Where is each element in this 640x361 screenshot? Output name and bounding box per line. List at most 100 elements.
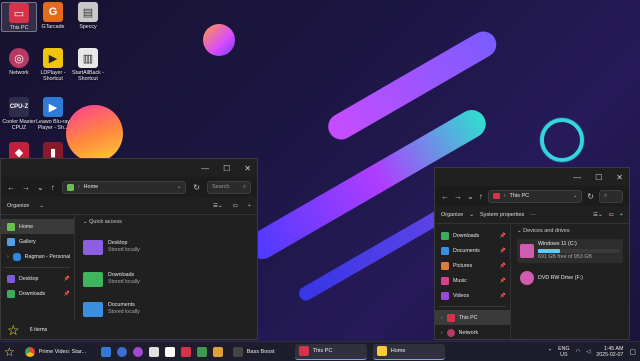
desktop-icon-this-pc[interactable]: ▭ This PC	[1, 2, 37, 32]
monitor-icon: ▭	[9, 3, 29, 23]
wallpaper-circle-orange	[66, 105, 123, 162]
drive-icon	[520, 244, 534, 258]
downloads-folder-icon	[7, 289, 15, 298]
maximize-button[interactable]: ☐	[595, 173, 602, 182]
star-icon: ☆	[7, 322, 20, 338]
drive-item-c[interactable]: Windows 11 (C:) 691 GB free of 953 GB	[517, 239, 623, 263]
sidebar-item-videos[interactable]: Videos 📌	[435, 288, 510, 303]
desktop-icon-startallback[interactable]: ▥ StartAllBack - Shortcut	[70, 48, 106, 82]
taskbar-app-prime-video[interactable]: Prime Video: Star...	[21, 344, 95, 360]
cpuz-icon: CPU-Z	[9, 97, 29, 117]
network-icon: ◎	[9, 48, 29, 68]
sidebar-item-network[interactable]: › Network	[435, 325, 510, 340]
command-bar: Organize ⌄ System properties ··· ☰⌄ ▭ +	[435, 206, 629, 224]
organize-button[interactable]: Organize	[7, 203, 29, 209]
desktop-icon-speccy[interactable]: ▤ Speccy	[70, 2, 106, 30]
app-icon[interactable]	[148, 346, 159, 357]
forward-button[interactable]: →	[454, 192, 462, 201]
recent-locations-button[interactable]: ⌄	[467, 192, 474, 201]
forward-button[interactable]: →	[22, 183, 30, 192]
sidebar-item-this-pc[interactable]: › This PC	[435, 310, 510, 325]
organize-button[interactable]: Organize	[441, 212, 463, 218]
outlook-icon[interactable]	[100, 346, 111, 357]
gtarcade-icon: G	[43, 2, 63, 22]
app-icon[interactable]	[132, 346, 143, 357]
desktop-folder-icon	[83, 239, 103, 255]
sidebar-item-downloads[interactable]: Downloads 📌	[1, 286, 74, 301]
back-button[interactable]: ←	[441, 192, 449, 201]
up-button[interactable]: ↑	[51, 183, 55, 192]
quick-access-header[interactable]: ⌄ Quick access	[83, 219, 249, 225]
expand-chevron-icon: ›	[7, 253, 9, 260]
volume-icon[interactable]: ◁	[586, 349, 590, 355]
desktop-icon-ldplayer[interactable]: ▶ LDPlayer - Shortcut	[35, 48, 71, 82]
desktop-icon-gtarcade[interactable]: G GTarcade	[35, 2, 71, 30]
desktop-icon-leawo[interactable]: ▶ Leawo Blu-ray Player - Sh...	[35, 97, 71, 131]
view-options-icon[interactable]: ☰⌄	[213, 203, 223, 209]
clock[interactable]: 1:45 AM 2025-02-07	[596, 346, 623, 358]
add-icon[interactable]: +	[620, 212, 623, 218]
view-options-icon[interactable]: ☰⌄	[593, 212, 603, 218]
details-pane-icon[interactable]: ▭	[233, 203, 238, 209]
sidebar-item-desktop[interactable]: Desktop 📌	[1, 271, 74, 286]
desktop-icon-network[interactable]: ◎ Network	[1, 48, 37, 76]
app-icon[interactable]	[180, 346, 191, 357]
taskbar-app-this-pc[interactable]: This PC	[294, 343, 367, 360]
search-input[interactable]: Search ⌕	[207, 180, 251, 194]
speccy-icon: ▤	[78, 2, 98, 22]
wifi-icon[interactable]: ◠	[576, 349, 581, 355]
system-properties-button[interactable]: System properties	[480, 212, 524, 218]
taskbar-app-bass-boost[interactable]: Bass Boost	[229, 344, 289, 360]
downloads-folder-icon	[441, 231, 449, 240]
dropdown-icon[interactable]: ⌄	[177, 184, 182, 190]
sidebar-item-pictures[interactable]: Pictures 📌	[435, 258, 510, 273]
quick-access-item-downloads[interactable]: Downloads Stored locally	[83, 263, 249, 295]
ldplayer-icon: ▶	[43, 48, 63, 68]
add-icon[interactable]: +	[248, 203, 251, 209]
up-button[interactable]: ↑	[479, 192, 483, 201]
network-icon	[446, 328, 455, 337]
close-button[interactable]: ✕	[616, 173, 623, 182]
address-bar[interactable]: › This PC ⌄	[487, 189, 583, 203]
app-icon[interactable]	[164, 346, 175, 357]
chevron-right-icon: ›	[77, 184, 80, 190]
search-input[interactable]: ⌕	[599, 189, 623, 203]
videos-folder-icon	[441, 291, 449, 300]
address-bar[interactable]: › Home ⌄	[61, 180, 187, 194]
recent-locations-button[interactable]: ⌄	[37, 183, 44, 192]
app-icon[interactable]	[212, 346, 223, 357]
start-button-star-icon[interactable]: ☆	[4, 346, 15, 358]
language-indicator[interactable]: ENG US	[558, 346, 569, 358]
notification-icon[interactable]: ▢	[629, 348, 636, 356]
search-icon: ⌕	[242, 183, 246, 190]
more-options-icon[interactable]: ···	[530, 212, 536, 218]
sidebar-item-downloads[interactable]: Downloads 📌	[435, 228, 510, 243]
details-pane-icon[interactable]: ▭	[609, 212, 614, 218]
minimize-button[interactable]: —	[201, 164, 209, 173]
refresh-button[interactable]: ↻	[193, 183, 200, 192]
pictures-folder-icon	[441, 261, 449, 270]
chevron-up-icon[interactable]: ⌃	[548, 349, 552, 355]
search-icon: ⌕	[604, 192, 608, 199]
sidebar-item-onedrive[interactable]: › Ragman - Personal	[1, 249, 74, 264]
command-bar: Organize ⌄ ☰⌄ ▭ +	[1, 197, 257, 215]
app-icon[interactable]	[116, 346, 127, 357]
devices-and-drives-header[interactable]: ⌄ Devices and drives	[517, 228, 623, 234]
sidebar-item-home[interactable]: Home	[1, 219, 74, 234]
drive-item-f[interactable]: DVD RW Drive (F:)	[517, 266, 623, 290]
minimize-button[interactable]: —	[573, 173, 581, 182]
back-button[interactable]: ←	[7, 183, 15, 192]
divider	[5, 267, 70, 268]
sidebar-item-music[interactable]: Music 📌	[435, 273, 510, 288]
refresh-button[interactable]: ↻	[587, 192, 594, 201]
sidebar-item-documents[interactable]: Documents 📌	[435, 243, 510, 258]
dropdown-icon[interactable]: ⌄	[573, 193, 578, 199]
taskbar-app-home[interactable]: Home	[372, 343, 445, 360]
desktop-icon-cpuz[interactable]: CPU-Z Cooler Master CPUZ	[1, 97, 37, 131]
quick-access-item-desktop[interactable]: Desktop Stored locally	[83, 231, 249, 263]
app-icon[interactable]	[196, 346, 207, 357]
sidebar-item-gallery[interactable]: Gallery	[1, 234, 74, 249]
close-button[interactable]: ✕	[244, 164, 251, 173]
quick-access-item-documents[interactable]: Documents Stored locally	[83, 295, 249, 323]
maximize-button[interactable]: ☐	[223, 164, 230, 173]
